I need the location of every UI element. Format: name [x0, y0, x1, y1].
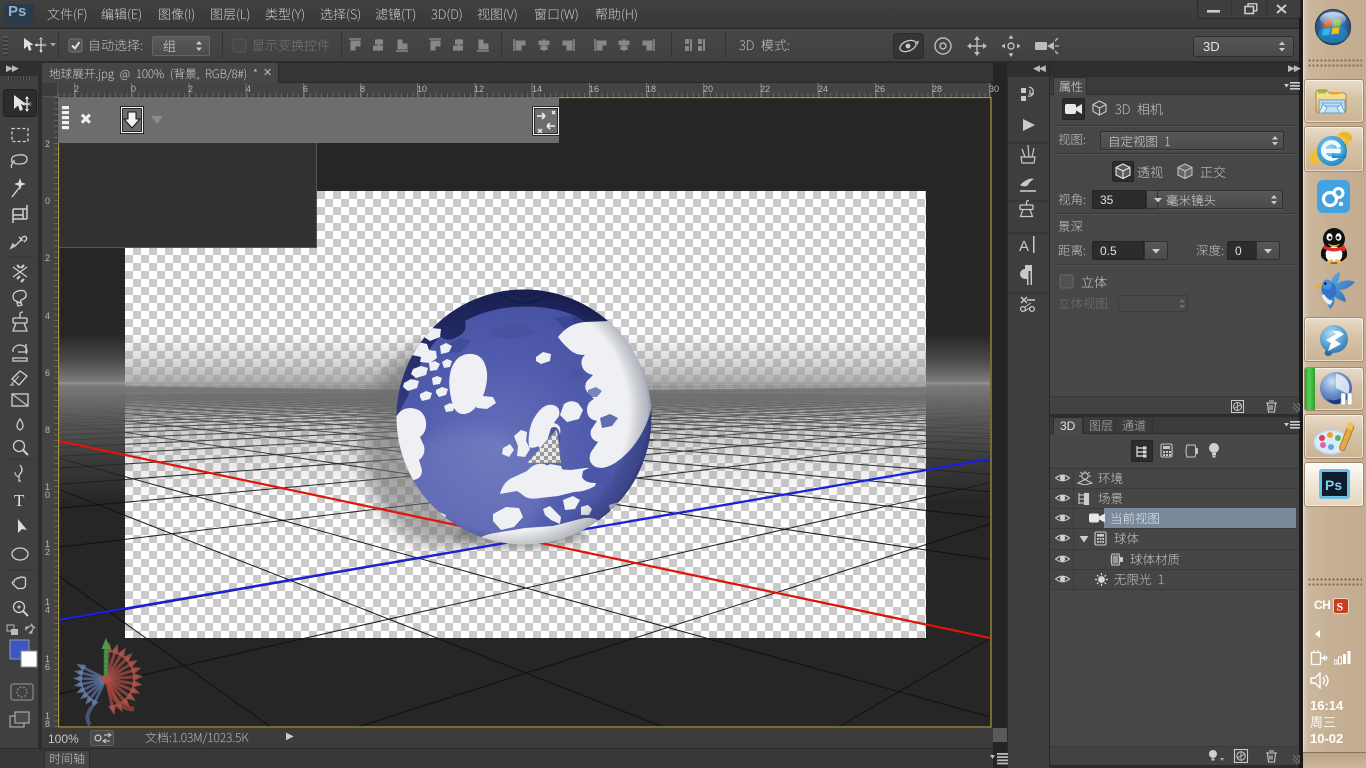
svg-text:S: S [1337, 600, 1344, 614]
svg-text:Ps: Ps [1325, 477, 1342, 493]
